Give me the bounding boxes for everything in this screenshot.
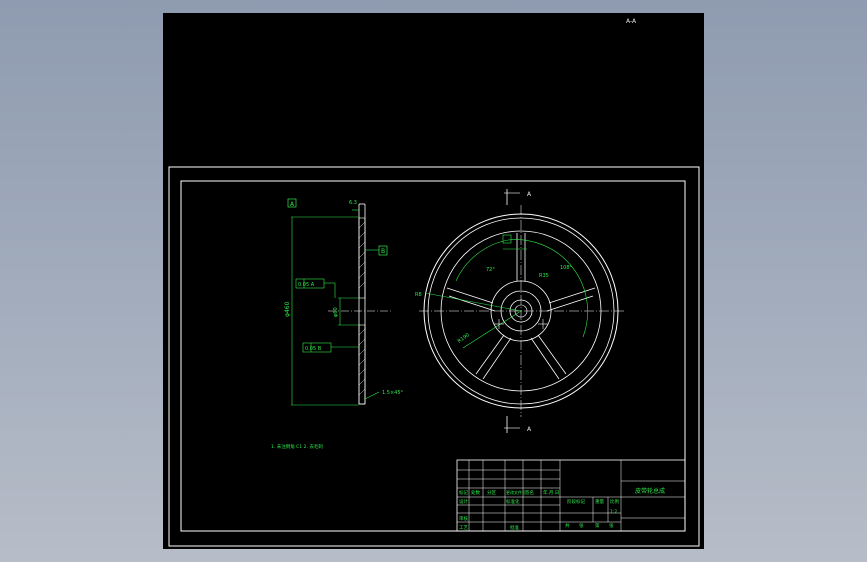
tb-sheet-current: 第 — [595, 522, 600, 529]
tolerance-frame-2-text: 0.05 B — [305, 346, 322, 352]
tb-stage: 阶段标记 — [567, 498, 585, 505]
tb-date: 年.月.日 — [543, 489, 559, 496]
cad-drawing: A-A A B 6.3 0.05 A 0.05 B φ460 φ60 1.5×4… — [168, 18, 700, 547]
section-view: A B 6.3 0.05 A 0.05 B φ460 φ60 1.5×45° — [284, 198, 404, 406]
tb-sheet-total: 共 — [565, 522, 570, 529]
dim-outer-diameter: φ460 — [284, 301, 291, 317]
tech-requirements: 1. 未注倒角 C1 2. 去毛刺 — [271, 443, 323, 450]
sheet-outer-border — [168, 166, 700, 547]
tb-scale: 比例 — [610, 498, 619, 505]
dim-radius: R35 — [539, 273, 549, 279]
tb-process: 工艺 — [459, 525, 468, 531]
tb-standard: 标准化 — [506, 498, 520, 505]
dim-bore: φ60 — [333, 307, 339, 317]
cad-viewport[interactable]: A-A A B 6.3 0.05 A 0.05 B φ460 φ60 1.5×4… — [163, 13, 704, 549]
datum-b-label: B — [381, 248, 385, 255]
section-mark-top: A — [527, 191, 532, 198]
tolerance-frame-1-text: 0.05 A — [298, 282, 315, 288]
tb-count: 处数 — [471, 489, 480, 496]
section-mark-bottom: A — [527, 426, 532, 433]
tb-review: 审核 — [459, 515, 468, 522]
tb-zone: 分区 — [487, 489, 496, 496]
tb-sheet-unit: 张 — [579, 522, 584, 529]
tb-change-doc: 更改文件号 — [506, 489, 526, 495]
dim-spoke: R190 — [457, 332, 471, 344]
front-view: A A 72° 108° R35 R190 R8 — [415, 189, 624, 433]
tb-approve: 批准 — [510, 524, 519, 531]
viewport-top-label: A-A — [626, 18, 637, 25]
tb-sheet-unit-2: 张 — [609, 522, 614, 529]
chamfer-note: 1.5×45° — [382, 390, 404, 396]
dim-rim: R8 — [415, 292, 422, 298]
tb-weight: 重量 — [595, 498, 604, 505]
tb-drawing-title: 皮带轮总成 — [635, 487, 665, 495]
tb-mark: 标记 — [459, 489, 468, 496]
title-block: 标记 处数 分区 更改文件号 签名 年.月.日 设计 标准化 审核 工艺 批准 … — [456, 459, 686, 532]
dim-angle-1: 72° — [486, 267, 495, 273]
roughness-top: 6.3 — [349, 200, 357, 206]
sheet-inner-border — [180, 180, 686, 532]
dim-angle-2: 108° — [560, 265, 573, 271]
tb-signature: 签名 — [525, 489, 534, 496]
tb-scale-value: 1:2 — [610, 509, 617, 515]
tb-design: 设计 — [459, 498, 468, 505]
